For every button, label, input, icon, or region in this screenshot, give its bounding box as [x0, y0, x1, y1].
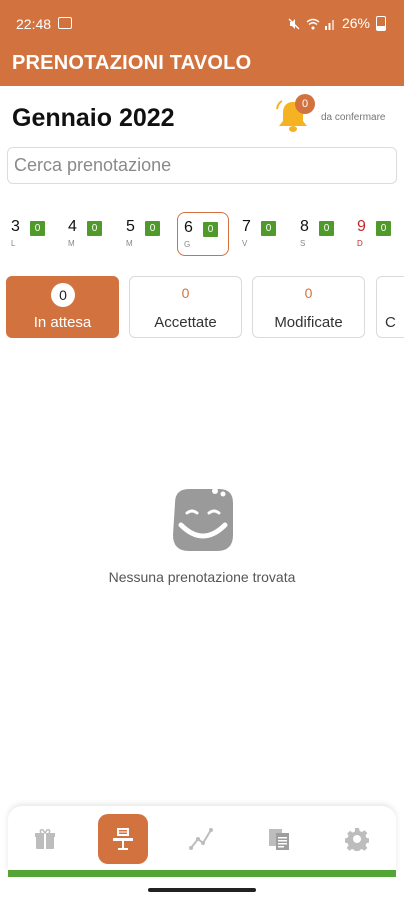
battery-icon — [376, 15, 386, 31]
pending-badge: 0 — [295, 94, 315, 114]
signal-icon — [324, 17, 336, 30]
day-strip: 3 L 0 4 M 0 5 M 0 6 G 0 7 V 0 8 S 0 9 D … — [0, 212, 404, 260]
app-title: PRENOTAZIONI TAVOLO — [12, 52, 252, 74]
day-item[interactable]: 9 D 0 — [351, 212, 403, 256]
search-input[interactable] — [7, 147, 397, 184]
stats-chart-icon[interactable] — [176, 814, 226, 864]
filter-modificate[interactable]: 0 Modificate — [252, 276, 365, 338]
day-weekday: S — [300, 239, 306, 248]
month-title: Gennaio 2022 — [12, 104, 175, 132]
day-count-badge: 0 — [145, 221, 160, 236]
image-notification-icon — [58, 17, 72, 29]
filter-accettate[interactable]: 0 Accettate — [129, 276, 242, 338]
day-count-badge: 0 — [376, 221, 391, 236]
home-indicator[interactable] — [148, 888, 256, 892]
battery-percent: 26% — [341, 15, 370, 31]
day-number: 5 — [126, 218, 135, 235]
day-item[interactable]: 8 S 0 — [294, 212, 346, 256]
wifi-icon — [306, 17, 320, 30]
pending-label: da confermare — [321, 112, 386, 123]
day-count-badge: 0 — [87, 221, 102, 236]
day-weekday: G — [184, 240, 191, 249]
settings-gear-icon[interactable] — [332, 814, 382, 864]
day-count-badge: 0 — [30, 221, 45, 236]
day-number: 9 — [357, 218, 366, 235]
filter-label: Accettate — [154, 314, 217, 331]
day-item-selected[interactable]: 6 G 0 — [177, 212, 229, 256]
day-weekday: D — [357, 239, 363, 248]
day-weekday: M — [68, 239, 75, 248]
filter-count: 0 — [181, 285, 190, 301]
status-time: 22:48 — [16, 16, 52, 32]
bottom-navigation — [8, 806, 396, 872]
day-weekday: L — [11, 239, 16, 248]
filter-partial[interactable]: C — [376, 276, 404, 338]
day-number: 8 — [300, 218, 309, 235]
filter-label: Modificate — [274, 314, 343, 331]
filter-label: C — [385, 314, 396, 331]
day-item[interactable]: 7 V 0 — [236, 212, 288, 256]
gift-lock-icon[interactable] — [20, 814, 70, 864]
day-number: 3 — [11, 218, 20, 235]
day-number: 4 — [68, 218, 77, 235]
day-weekday: V — [242, 239, 248, 248]
mute-icon — [288, 17, 300, 30]
status-filter-tabs: 0 In attesa 0 Accettate 0 Modificate C — [0, 276, 404, 340]
documents-icon[interactable] — [254, 814, 304, 864]
empty-state-message: Nessuna prenotazione trovata — [108, 569, 296, 585]
day-weekday: M — [126, 239, 133, 248]
day-count-badge: 0 — [261, 221, 276, 236]
day-count-badge: 0 — [319, 221, 334, 236]
bottom-accent-line — [8, 870, 396, 877]
day-item[interactable]: 5 M 0 — [120, 212, 172, 256]
status-bar: 22:48 26% — [0, 0, 404, 46]
day-item[interactable]: 4 M 0 — [62, 212, 114, 256]
smiley-face-icon — [173, 487, 233, 551]
day-count-badge: 0 — [203, 222, 218, 237]
day-number: 7 — [242, 218, 251, 235]
filter-in-attesa[interactable]: 0 In attesa — [6, 276, 119, 338]
filter-label: In attesa — [33, 314, 92, 331]
app-bar: PRENOTAZIONI TAVOLO — [0, 46, 404, 86]
status-icons: 26% — [288, 15, 386, 31]
filter-count: 0 — [51, 283, 75, 307]
filter-count: 0 — [304, 285, 313, 301]
day-number: 6 — [184, 219, 193, 236]
day-item[interactable]: 3 L 0 — [5, 212, 57, 256]
table-reservation-icon[interactable] — [98, 814, 148, 864]
